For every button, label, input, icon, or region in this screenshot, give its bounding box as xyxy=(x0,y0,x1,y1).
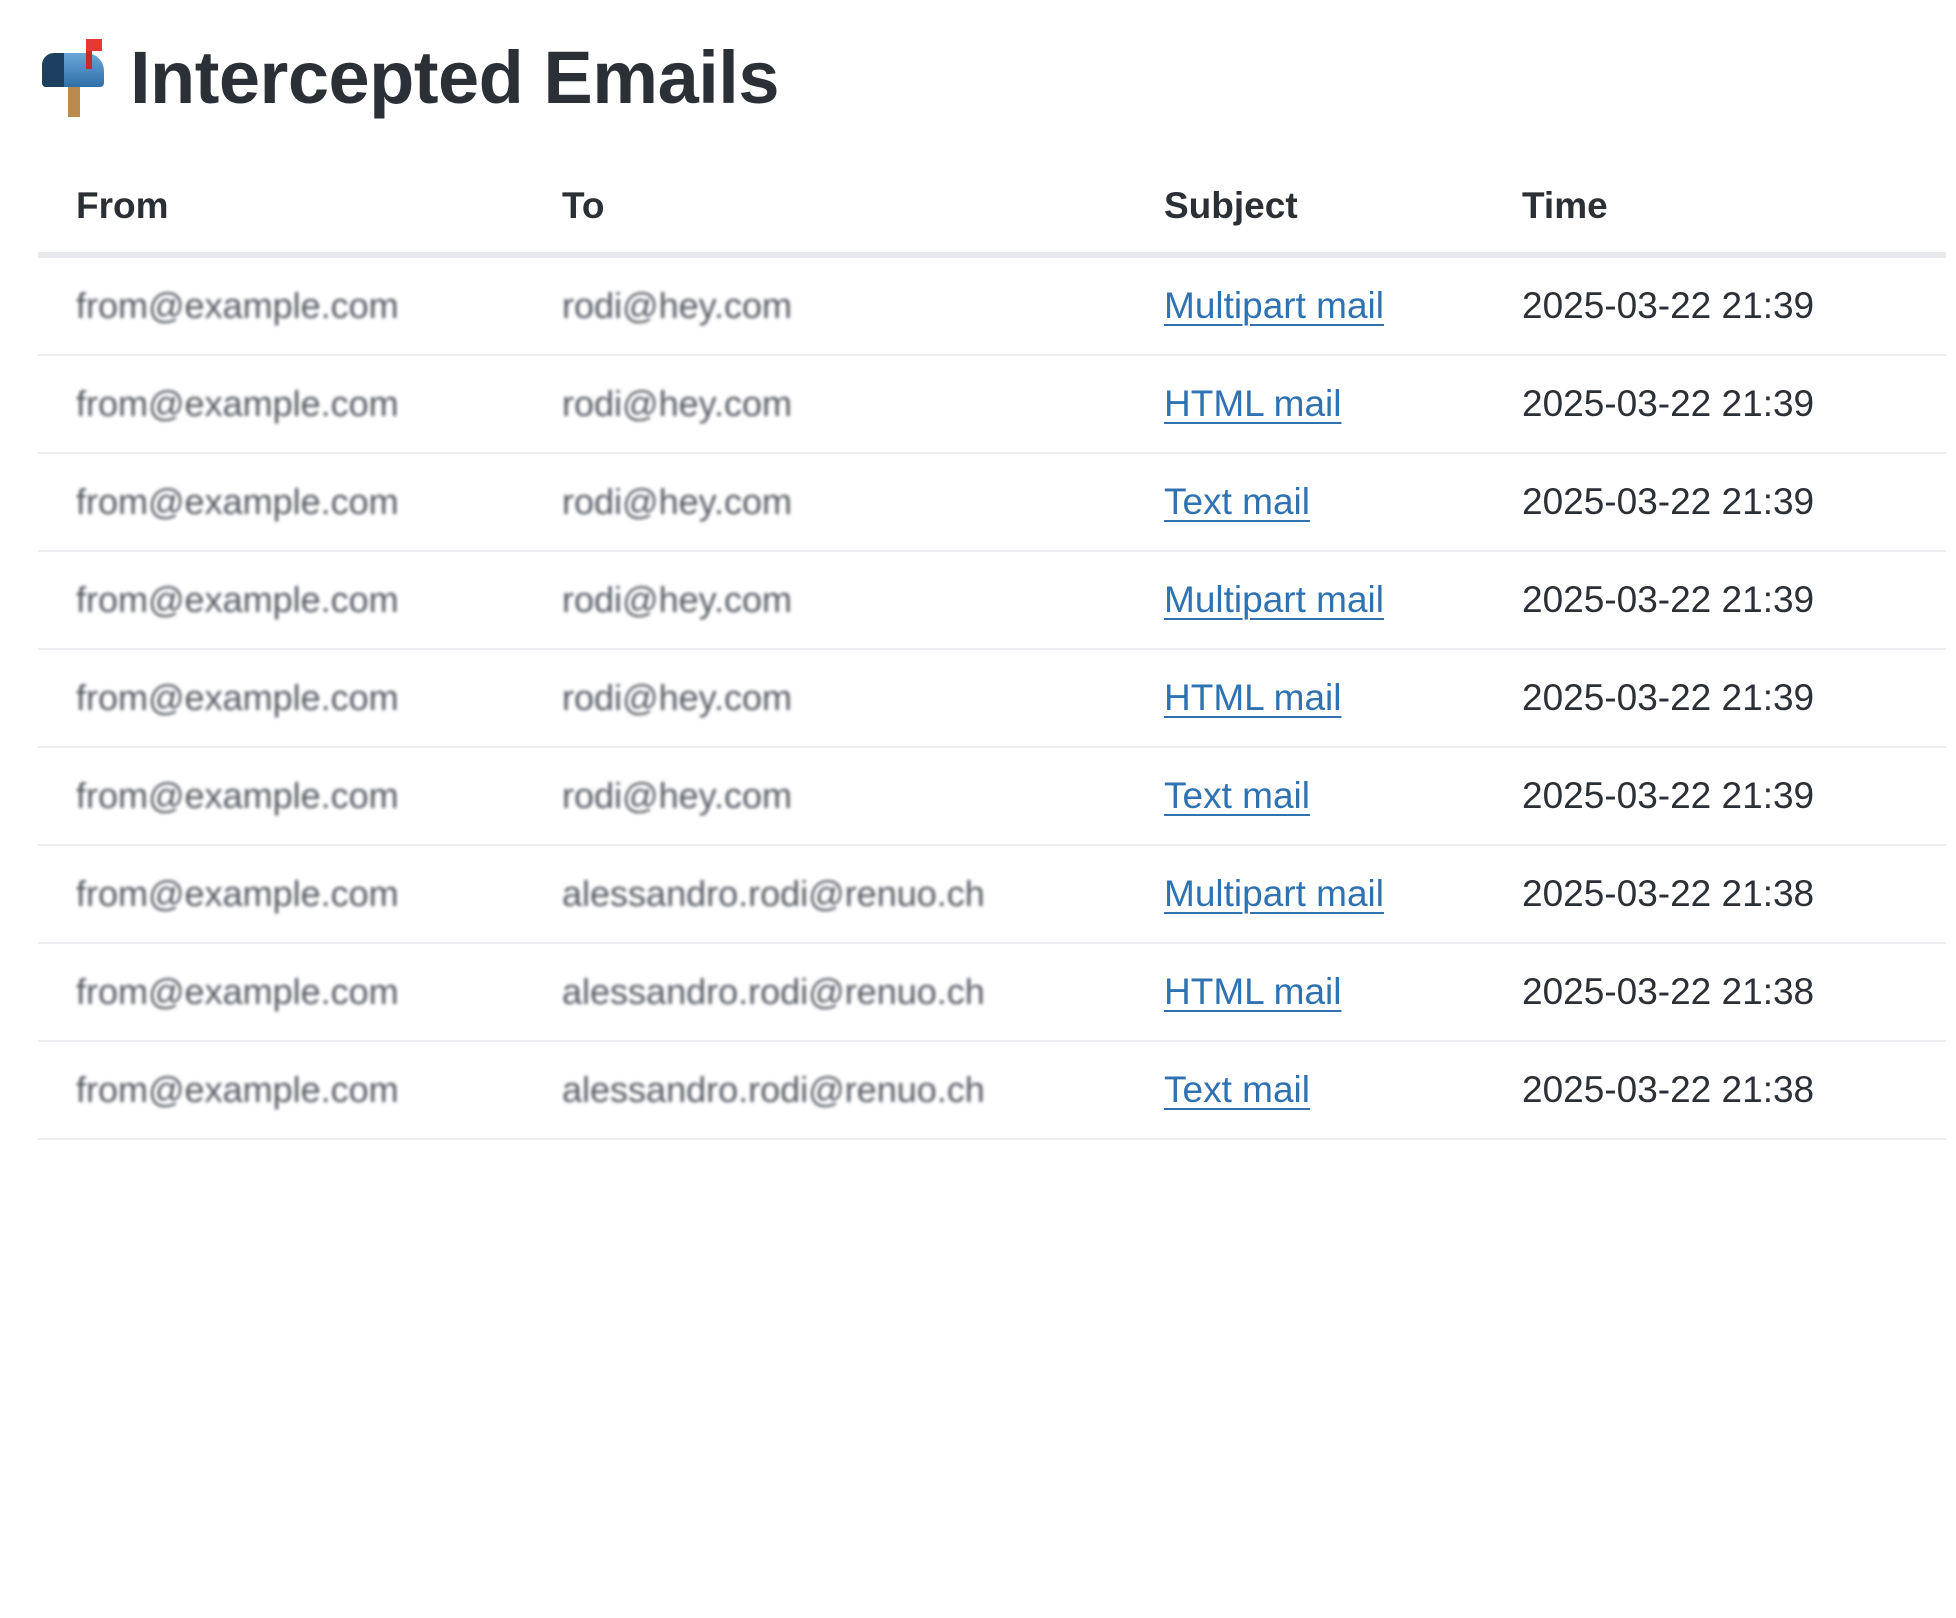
table-row: from@example.com alessandro.rodi@renuo.ch… xyxy=(38,943,1946,1042)
column-header-to: To xyxy=(562,160,1164,258)
cell-time: 2025-03-22 21:39 xyxy=(1522,551,1946,650)
cell-to: rodi@hey.com xyxy=(562,255,1164,356)
cell-subject: Text mail xyxy=(1164,747,1522,846)
subject-link[interactable]: Text mail xyxy=(1164,481,1310,522)
from-address: from@example.com xyxy=(76,481,399,522)
cell-subject: Text mail xyxy=(1164,453,1522,552)
subject-link[interactable]: Text mail xyxy=(1164,775,1310,816)
table-row: from@example.com alessandro.rodi@renuo.ch… xyxy=(38,845,1946,944)
cell-subject: Multipart mail xyxy=(1164,551,1522,650)
table-body: from@example.com rodi@hey.com Multipart ma… xyxy=(38,255,1946,1140)
cell-from: from@example.com xyxy=(38,747,562,846)
cell-to: alessandro.rodi@renuo.ch xyxy=(562,943,1164,1042)
to-address: rodi@hey.com xyxy=(562,677,792,718)
subject-link[interactable]: Text mail xyxy=(1164,1069,1310,1110)
page: Intercepted Emails From To Subject Time … xyxy=(0,0,1956,1618)
cell-to: rodi@hey.com xyxy=(562,453,1164,552)
subject-link[interactable]: Multipart mail xyxy=(1164,579,1384,620)
page-title: Intercepted Emails xyxy=(130,35,780,119)
cell-from: from@example.com xyxy=(38,845,562,944)
subject-link[interactable]: HTML mail xyxy=(1164,971,1341,1012)
cell-from: from@example.com xyxy=(38,453,562,552)
cell-to: rodi@hey.com xyxy=(562,747,1164,846)
cell-time: 2025-03-22 21:38 xyxy=(1522,943,1946,1042)
to-address: alessandro.rodi@renuo.ch xyxy=(562,873,985,914)
from-address: from@example.com xyxy=(76,285,399,326)
from-address: from@example.com xyxy=(76,383,399,424)
page-header: Intercepted Emails xyxy=(38,32,780,122)
column-header-from: From xyxy=(38,160,562,258)
cell-from: from@example.com xyxy=(38,1041,562,1140)
to-address: rodi@hey.com xyxy=(562,285,792,326)
table-row: from@example.com rodi@hey.com Multipart ma… xyxy=(38,255,1946,356)
to-address: rodi@hey.com xyxy=(562,579,792,620)
table-row: from@example.com rodi@hey.com Text mail 202… xyxy=(38,453,1946,552)
cell-subject: Text mail xyxy=(1164,1041,1522,1140)
cell-time: 2025-03-22 21:39 xyxy=(1522,355,1946,454)
cell-from: from@example.com xyxy=(38,943,562,1042)
cell-time: 2025-03-22 21:39 xyxy=(1522,649,1946,748)
cell-subject: HTML mail xyxy=(1164,943,1522,1042)
to-address: alessandro.rodi@renuo.ch xyxy=(562,1069,985,1110)
cell-time: 2025-03-22 21:39 xyxy=(1522,747,1946,846)
cell-time: 2025-03-22 21:38 xyxy=(1522,1041,1946,1140)
table-row: from@example.com rodi@hey.com Text mail 202… xyxy=(38,747,1946,846)
cell-subject: HTML mail xyxy=(1164,355,1522,454)
subject-link[interactable]: HTML mail xyxy=(1164,383,1341,424)
table-header-row: From To Subject Time xyxy=(38,160,1946,258)
from-address: from@example.com xyxy=(76,971,399,1012)
cell-from: from@example.com xyxy=(38,649,562,748)
cell-to: rodi@hey.com xyxy=(562,649,1164,748)
cell-to: alessandro.rodi@renuo.ch xyxy=(562,1041,1164,1140)
emails-table: From To Subject Time from@example.com rod… xyxy=(38,160,1946,1140)
from-address: from@example.com xyxy=(76,1069,399,1110)
cell-subject: HTML mail xyxy=(1164,649,1522,748)
cell-from: from@example.com xyxy=(38,551,562,650)
from-address: from@example.com xyxy=(76,579,399,620)
cell-to: rodi@hey.com xyxy=(562,551,1164,650)
cell-to: alessandro.rodi@renuo.ch xyxy=(562,845,1164,944)
emails-table-container: From To Subject Time from@example.com rod… xyxy=(38,160,1946,1140)
to-address: rodi@hey.com xyxy=(562,481,792,522)
table-row: from@example.com rodi@hey.com Multipart ma… xyxy=(38,551,1946,650)
table-row: from@example.com alessandro.rodi@renuo.ch… xyxy=(38,1041,1946,1140)
to-address: rodi@hey.com xyxy=(562,383,792,424)
column-header-subject: Subject xyxy=(1164,160,1522,258)
subject-link[interactable]: Multipart mail xyxy=(1164,285,1384,326)
from-address: from@example.com xyxy=(76,677,399,718)
cell-subject: Multipart mail xyxy=(1164,845,1522,944)
cell-from: from@example.com xyxy=(38,255,562,356)
to-address: rodi@hey.com xyxy=(562,775,792,816)
column-header-time: Time xyxy=(1522,160,1946,258)
from-address: from@example.com xyxy=(76,775,399,816)
from-address: from@example.com xyxy=(76,873,399,914)
cell-time: 2025-03-22 21:39 xyxy=(1522,453,1946,552)
cell-subject: Multipart mail xyxy=(1164,255,1522,356)
cell-to: rodi@hey.com xyxy=(562,355,1164,454)
subject-link[interactable]: HTML mail xyxy=(1164,677,1341,718)
mailbox-icon xyxy=(38,37,116,117)
subject-link[interactable]: Multipart mail xyxy=(1164,873,1384,914)
table-row: from@example.com rodi@hey.com HTML mail 202… xyxy=(38,355,1946,454)
table-row: from@example.com rodi@hey.com HTML mail 202… xyxy=(38,649,1946,748)
cell-time: 2025-03-22 21:39 xyxy=(1522,255,1946,356)
to-address: alessandro.rodi@renuo.ch xyxy=(562,971,985,1012)
cell-from: from@example.com xyxy=(38,355,562,454)
cell-time: 2025-03-22 21:38 xyxy=(1522,845,1946,944)
